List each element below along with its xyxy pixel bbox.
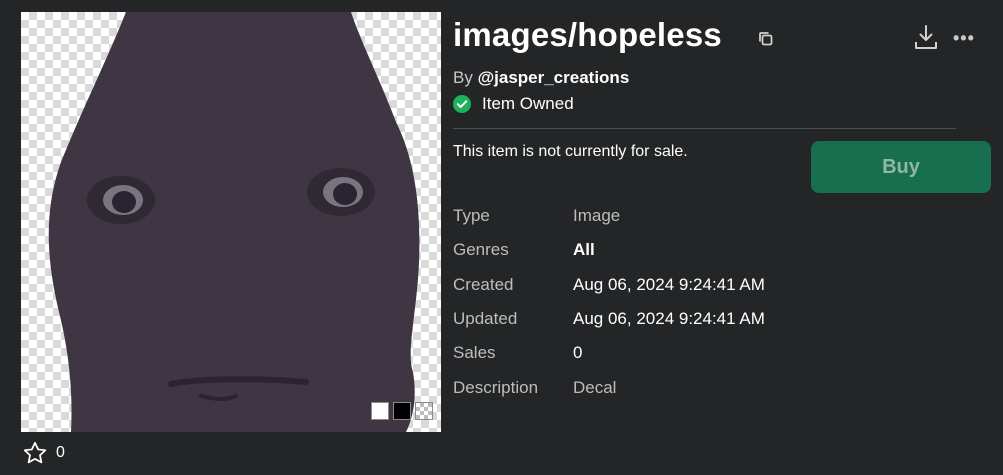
detail-label: Sales — [453, 343, 496, 362]
transparent-background-swatch[interactable] — [415, 402, 433, 420]
detail-label: Created — [453, 275, 514, 294]
more-icon[interactable]: ••• — [953, 28, 975, 48]
check-circle-icon — [453, 95, 471, 113]
sale-status-message: This item is not currently for sale. — [453, 143, 688, 160]
detail-value: Image — [573, 206, 621, 225]
detail-value: Aug 06, 2024 9:24:41 AM — [573, 309, 765, 328]
item-details-page: 0 images/hopeless ••• By @jasper_creatio… — [0, 0, 1003, 475]
star-outline-icon[interactable] — [22, 440, 48, 466]
detail-label: Updated — [453, 309, 518, 328]
creator-link[interactable]: @jasper_creations — [478, 68, 630, 87]
detail-label: Genres — [453, 240, 509, 259]
detail-label: Type — [453, 206, 490, 225]
detail-value: 0 — [573, 343, 583, 362]
copy-icon[interactable] — [757, 30, 775, 48]
download-icon[interactable] — [913, 24, 939, 52]
detail-value: Decal — [573, 378, 617, 397]
item-thumbnail — [21, 12, 441, 432]
detail-value-link[interactable]: All — [573, 240, 595, 260]
owned-label: Item Owned — [482, 94, 574, 113]
detail-label: Description — [453, 378, 539, 397]
background-swatches — [371, 402, 433, 420]
white-background-swatch[interactable] — [371, 402, 389, 420]
buy-button[interactable]: Buy — [811, 141, 991, 193]
owned-status: Item Owned — [453, 94, 574, 114]
item-title: images/hopeless — [453, 16, 722, 53]
black-background-swatch[interactable] — [393, 402, 411, 420]
by-prefix: By — [453, 68, 478, 87]
detail-value: Aug 06, 2024 9:24:41 AM — [573, 275, 765, 294]
favorite-row: 0 — [22, 440, 65, 466]
creator-byline: By @jasper_creations — [453, 68, 629, 88]
decal-image — [48, 12, 420, 432]
favorite-count: 0 — [56, 444, 65, 461]
divider — [453, 128, 956, 129]
